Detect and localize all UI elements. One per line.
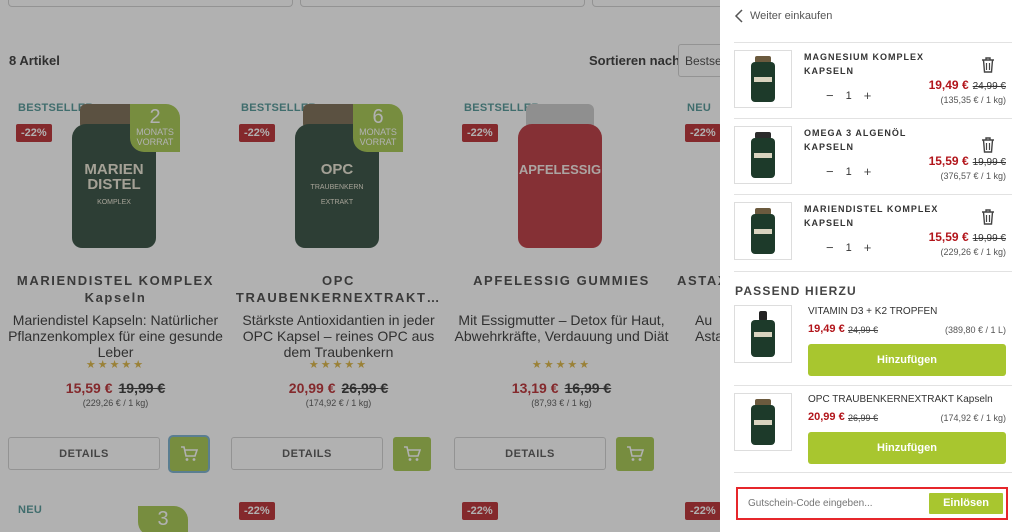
cart-item-image[interactable]	[734, 50, 792, 108]
coupon-input[interactable]	[742, 493, 930, 514]
qty-value[interactable]: 1	[846, 242, 852, 254]
suggestion-old-price: 24,99 €	[848, 325, 879, 335]
suggestion-image[interactable]	[734, 393, 792, 451]
qty-minus-button[interactable]: −	[826, 88, 834, 103]
chevron-left-icon	[734, 9, 743, 23]
divider	[734, 472, 1012, 473]
quantity-stepper: − 1 +	[826, 164, 871, 179]
quantity-stepper: − 1 +	[826, 88, 871, 103]
cart-item: MAGNESIUM KOMPLEX KAPSELN − 1 + 19,49 €2…	[734, 50, 1012, 114]
cart-item: OMEGA 3 ALGENÖL KAPSELN − 1 + 15,59 €19,…	[734, 126, 1012, 190]
add-suggestion-button[interactable]: Hinzufügen	[808, 432, 1006, 464]
qty-plus-button[interactable]: +	[864, 164, 872, 179]
cart-item-name[interactable]: OMEGA 3 ALGENÖL KAPSELN	[804, 126, 944, 154]
cart-drawer: Weiter einkaufen MAGNESIUM KOMPLEX KAPSE…	[720, 0, 1024, 532]
cart-item-name[interactable]: MAGNESIUM KOMPLEX KAPSELN	[804, 50, 944, 78]
divider	[734, 385, 1012, 386]
suggestion-name[interactable]: OPC TRAUBENKERNEXTRAKT Kapseln	[808, 394, 993, 405]
qty-plus-button[interactable]: +	[864, 240, 872, 255]
cart-item-image[interactable]	[734, 202, 792, 260]
cart-item-unit-price: (229,26 € / 1 kg)	[940, 247, 1006, 257]
qty-value[interactable]: 1	[846, 166, 852, 178]
redeem-coupon-button[interactable]: Einlösen	[929, 493, 1003, 514]
suggestion-old-price: 26,99 €	[848, 413, 879, 423]
continue-shopping-label: Weiter einkaufen	[750, 10, 833, 22]
suggestion-unit-price: (389,80 € / 1 L)	[944, 325, 1006, 335]
trash-icon[interactable]	[980, 56, 996, 74]
cart-item-image[interactable]	[734, 126, 792, 184]
suggestion-item: OPC TRAUBENKERNEXTRAKT Kapseln 20,99 € 2…	[734, 393, 1012, 473]
cart-item-price: 19,49 €24,99 €	[928, 78, 1006, 92]
qty-value[interactable]: 1	[846, 90, 852, 102]
quantity-stepper: − 1 +	[826, 240, 871, 255]
suggestion-name[interactable]: VITAMIN D3 + K2 TROPFEN	[808, 306, 937, 317]
suggestion-price: 19,49 €	[808, 323, 845, 335]
suggestion-item: VITAMIN D3 + K2 TROPFEN 19,49 € 24,99 € …	[734, 305, 1012, 385]
cart-item-unit-price: (376,57 € / 1 kg)	[940, 171, 1006, 181]
add-suggestion-button[interactable]: Hinzufügen	[808, 344, 1006, 376]
qty-minus-button[interactable]: −	[826, 240, 834, 255]
suggestions-title: PASSEND HIERZU	[735, 284, 857, 298]
cart-item-price: 15,59 €19,99 €	[928, 230, 1006, 244]
trash-icon[interactable]	[980, 136, 996, 154]
trash-icon[interactable]	[980, 208, 996, 226]
divider	[734, 42, 1012, 43]
coupon-form: Einlösen	[736, 487, 1008, 520]
cart-item-price: 15,59 €19,99 €	[928, 154, 1006, 168]
divider	[734, 194, 1012, 195]
suggestion-price: 20,99 €	[808, 411, 845, 423]
divider	[734, 271, 1012, 272]
suggestion-image[interactable]	[734, 305, 792, 363]
cart-item: MARIENDISTEL KOMPLEX KAPSELN − 1 + 15,59…	[734, 202, 1012, 266]
continue-shopping-link[interactable]: Weiter einkaufen	[734, 9, 832, 23]
divider	[734, 118, 1012, 119]
cart-item-name[interactable]: MARIENDISTEL KOMPLEX KAPSELN	[804, 202, 944, 230]
cart-item-unit-price: (135,35 € / 1 kg)	[940, 95, 1006, 105]
suggestion-unit-price: (174,92 € / 1 kg)	[940, 413, 1006, 423]
qty-plus-button[interactable]: +	[864, 88, 872, 103]
qty-minus-button[interactable]: −	[826, 164, 834, 179]
